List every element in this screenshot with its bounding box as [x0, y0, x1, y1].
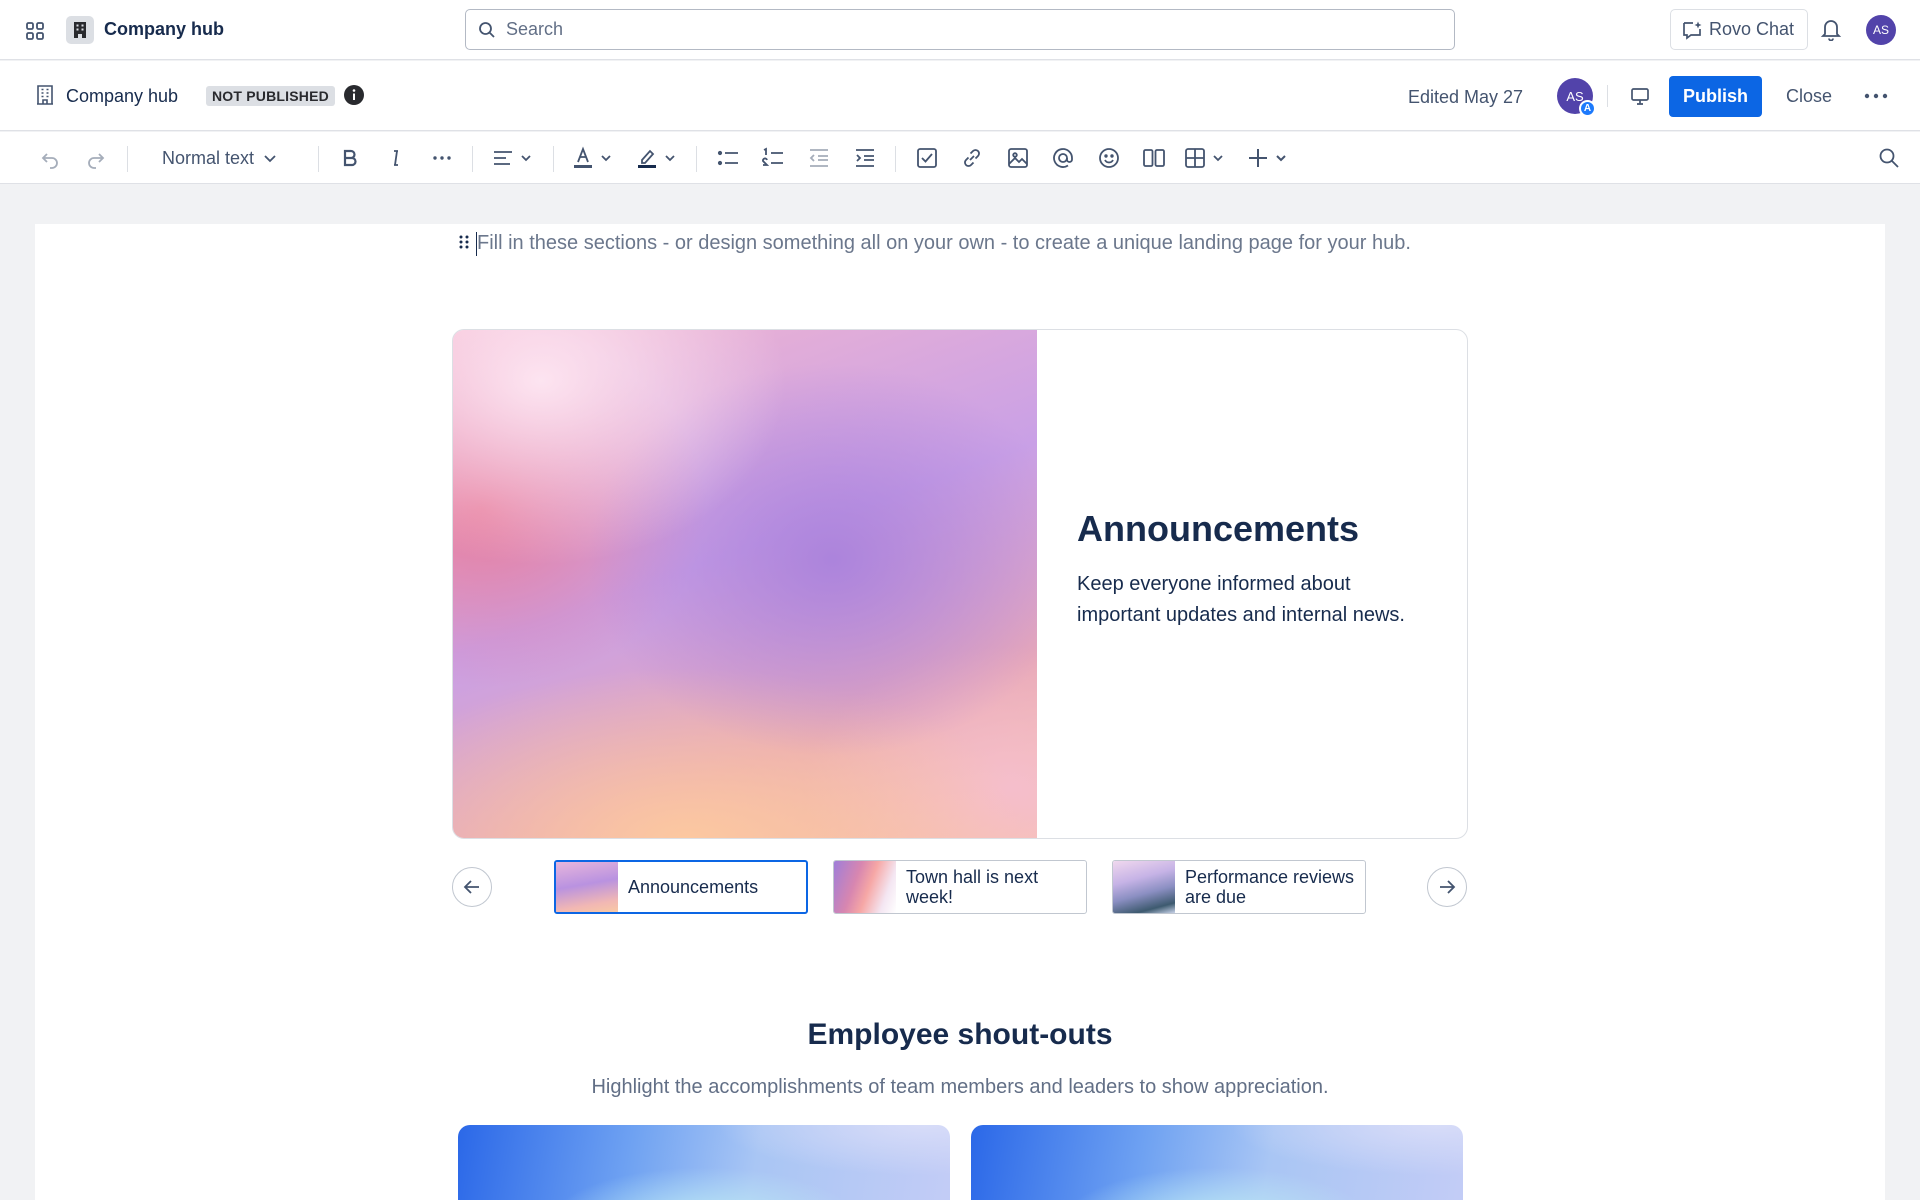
chevron-down-icon [262, 150, 278, 166]
emoji-icon[interactable] [1097, 145, 1121, 171]
publish-button[interactable]: Publish [1669, 76, 1762, 117]
close-button[interactable]: Close [1770, 76, 1848, 117]
edited-timestamp: Edited May 27 [1408, 87, 1524, 107]
carousel-item-announcements[interactable]: Announcements [554, 860, 808, 914]
preview-monitor-icon[interactable] [1630, 86, 1650, 106]
bold-icon[interactable] [338, 145, 362, 171]
redo-icon[interactable] [84, 145, 108, 171]
intro-placeholder-text[interactable]: Fill in these sections - or design somet… [477, 226, 1427, 261]
divider [1607, 85, 1608, 107]
section-title: Employee shout-outs [807, 1018, 1113, 1051]
more-formatting-icon[interactable] [430, 145, 454, 171]
carousel-item-label: Town hall is next week! [906, 867, 1039, 907]
carousel-next-button[interactable] [1427, 867, 1467, 907]
collaborator-avatar[interactable]: AS A [1557, 78, 1596, 117]
table-dropdown-icon[interactable] [1184, 145, 1228, 171]
shout-out-card[interactable] [458, 1125, 950, 1200]
rovo-chat-button[interactable]: Rovo Chat [1670, 9, 1808, 50]
search-input[interactable] [506, 10, 1436, 49]
section-subtitle: Highlight the accomplishments of team me… [591, 1076, 1329, 1098]
hub-name[interactable]: Company hub [104, 19, 224, 40]
hero-title: Announcements [1077, 508, 1360, 549]
insert-plus-dropdown-icon[interactable] [1247, 145, 1291, 171]
rovo-chat-icon [1681, 20, 1703, 40]
text-style-dropdown[interactable]: Normal text [150, 145, 278, 171]
divider [127, 146, 128, 172]
carousel-item-label: Announcements [628, 877, 759, 897]
bullet-list-icon[interactable] [716, 145, 740, 171]
indent-icon[interactable] [853, 145, 877, 171]
layout-columns-icon[interactable] [1142, 145, 1166, 171]
thumbnail-image [834, 861, 896, 913]
page-title: Company hub [66, 86, 179, 106]
building-icon [36, 85, 54, 105]
drag-handle-icon[interactable] [458, 234, 470, 250]
align-dropdown-icon[interactable] [492, 145, 536, 171]
thumbnail-image [556, 862, 618, 912]
carousel-item-performance-reviews[interactable]: Performance reviews are due [1112, 860, 1366, 914]
carousel-prev-button[interactable] [452, 867, 492, 907]
hub-logo-icon[interactable] [66, 16, 94, 44]
text-style-label: Normal text [162, 147, 255, 168]
link-icon[interactable] [960, 145, 984, 171]
outdent-icon[interactable] [807, 145, 831, 171]
hero-gradient-image [453, 330, 1037, 838]
text-color-icon[interactable] [572, 145, 616, 171]
announcements-hero-card[interactable]: Announcements Keep everyone informed abo… [452, 329, 1468, 839]
hero-description: Keep everyone informed about important u… [1077, 573, 1405, 626]
italic-icon[interactable] [384, 145, 408, 171]
status-badge: NOT PUBLISHED [206, 86, 335, 106]
page-header: Company hub NOT PUBLISHED Edited May 27 … [0, 61, 1920, 131]
search-box[interactable] [465, 9, 1455, 50]
divider [696, 146, 697, 172]
shout-out-card[interactable] [971, 1125, 1463, 1200]
arrow-left-icon [461, 876, 483, 898]
divider [895, 146, 896, 172]
carousel-item-label: Performance reviews are due [1185, 867, 1355, 907]
notifications-bell-icon[interactable] [1820, 17, 1842, 41]
image-icon[interactable] [1006, 145, 1030, 171]
numbered-list-icon[interactable] [761, 145, 785, 171]
divider [318, 146, 319, 172]
divider [472, 146, 473, 172]
mention-icon[interactable] [1051, 145, 1075, 171]
divider [553, 146, 554, 172]
find-search-icon[interactable] [1877, 145, 1901, 171]
top-navigation: Company hub Rovo Chat AS [0, 0, 1920, 60]
info-icon[interactable] [343, 84, 365, 106]
undo-icon[interactable] [38, 145, 62, 171]
task-checkbox-icon[interactable] [915, 145, 939, 171]
rovo-chat-label: Rovo Chat [1709, 19, 1795, 39]
carousel-item-town-hall[interactable]: Town hall is next week! [833, 860, 1087, 914]
arrow-right-icon [1436, 876, 1458, 898]
app-switcher-icon[interactable] [22, 18, 48, 44]
editor-toolbar: Normal text [0, 132, 1920, 184]
thumbnail-image [1113, 861, 1175, 913]
more-options-icon[interactable] [1863, 84, 1889, 108]
search-icon [478, 21, 496, 39]
highlight-color-icon[interactable] [636, 145, 680, 171]
collaborator-badge: A [1579, 100, 1596, 117]
user-avatar[interactable]: AS [1866, 15, 1896, 45]
